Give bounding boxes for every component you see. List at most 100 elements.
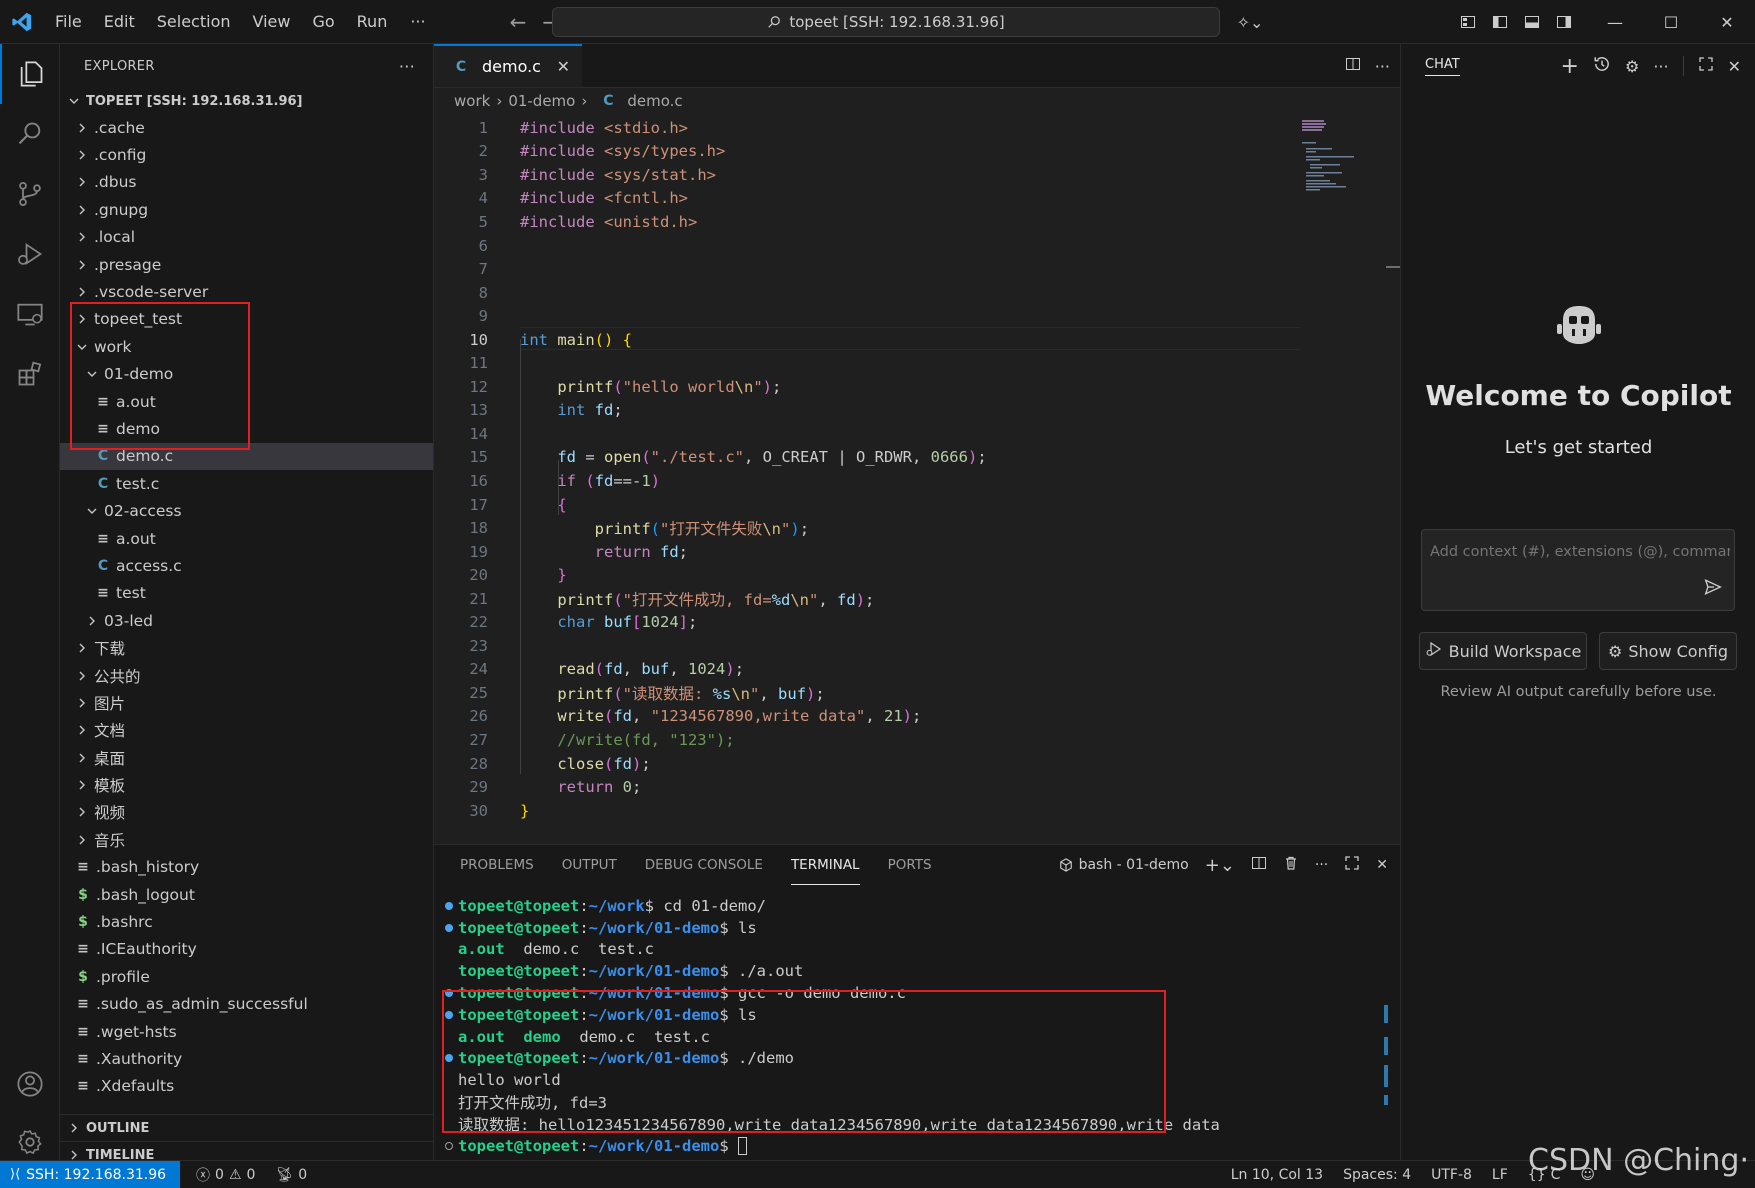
chat-tab[interactable]: CHAT xyxy=(1425,57,1460,76)
terminal-scrollbar[interactable] xyxy=(1384,1005,1388,1135)
split-editor-icon[interactable] xyxy=(1345,56,1361,76)
tree-file[interactable]: ≡ .Xdefaults xyxy=(60,1073,433,1100)
cursor-position[interactable]: Ln 10, Col 13 xyxy=(1221,1167,1333,1183)
tree-file[interactable]: ≡ .bash_history xyxy=(60,854,433,881)
gear-icon[interactable]: ⚙ xyxy=(1625,57,1639,76)
menu-view[interactable]: View xyxy=(242,0,302,44)
tree-folder[interactable]: .cache xyxy=(60,114,433,141)
close-panel-icon[interactable]: ✕ xyxy=(1376,857,1388,873)
remote-explorer-icon[interactable] xyxy=(0,284,60,344)
show-config-button[interactable]: ⚙ Show Config xyxy=(1599,632,1737,670)
explorer-more-button[interactable]: ··· xyxy=(399,57,415,76)
source-control-icon[interactable] xyxy=(0,164,60,224)
more-actions-icon[interactable]: ··· xyxy=(1375,57,1390,76)
tab-demo-c[interactable]: C demo.c ✕ xyxy=(434,44,582,87)
tree-folder[interactable]: 下载 xyxy=(60,634,433,661)
terminal-instance[interactable]: bash - 01-demo xyxy=(1059,857,1189,873)
tree-file[interactable]: ≡ .sudo_as_admin_successful xyxy=(60,991,433,1018)
maximize-panel-icon[interactable] xyxy=(1344,855,1360,875)
accounts-icon[interactable] xyxy=(0,1056,60,1112)
tree-folder[interactable]: topeet_test xyxy=(60,306,433,333)
maximize-icon[interactable] xyxy=(1698,56,1714,76)
tab-output[interactable]: OUTPUT xyxy=(562,845,617,885)
more-actions-icon[interactable]: ··· xyxy=(1315,857,1328,873)
problems-status[interactable]: ⓧ 0 ⚠ 0 xyxy=(186,1165,265,1185)
send-icon[interactable] xyxy=(1704,578,1722,600)
encoding[interactable]: UTF-8 xyxy=(1421,1167,1482,1183)
new-terminal-icon[interactable]: +⌄ xyxy=(1205,855,1235,876)
tree-folder[interactable]: work xyxy=(60,333,433,360)
tree-folder[interactable]: 音乐 xyxy=(60,826,433,853)
tree-file[interactable]: ≡ a.out xyxy=(60,525,433,552)
minimap[interactable] xyxy=(1294,116,1390,846)
close-icon[interactable]: ✕ xyxy=(557,57,570,76)
breadcrumb-item[interactable]: 01-demo xyxy=(508,92,575,110)
language-mode[interactable]: {} C xyxy=(1518,1167,1571,1183)
breadcrumb-item[interactable]: work xyxy=(454,92,490,110)
menu-selection[interactable]: Selection xyxy=(146,0,242,44)
tree-file[interactable]: ≡ .wget-hsts xyxy=(60,1018,433,1045)
tree-file[interactable]: $ .bash_logout xyxy=(60,881,433,908)
end-of-line[interactable]: LF xyxy=(1482,1167,1518,1183)
editor-scrollbar[interactable] xyxy=(1386,116,1400,846)
outline-section[interactable]: OUTLINE xyxy=(60,1114,433,1141)
tab-problems[interactable]: PROBLEMS xyxy=(460,845,534,885)
indentation[interactable]: Spaces: 4 xyxy=(1333,1167,1421,1183)
back-arrow-icon[interactable]: ← xyxy=(510,10,527,34)
tree-folder[interactable]: .vscode-server xyxy=(60,278,433,305)
tree-folder[interactable]: .gnupg xyxy=(60,196,433,223)
tree-folder[interactable]: 桌面 xyxy=(60,744,433,771)
tree-folder[interactable]: 03-led xyxy=(60,607,433,634)
tree-folder[interactable]: 01-demo xyxy=(60,361,433,388)
new-chat-icon[interactable]: + xyxy=(1561,54,1579,79)
close-icon[interactable]: ✕ xyxy=(1728,57,1741,76)
maximize-icon[interactable]: ☐ xyxy=(1643,0,1699,44)
toggle-sidebar-icon[interactable] xyxy=(1484,0,1516,44)
command-center-search[interactable]: topeet [SSH: 192.168.31.96] xyxy=(552,7,1220,37)
trash-icon[interactable] xyxy=(1283,855,1299,875)
minimize-icon[interactable]: — xyxy=(1587,0,1643,44)
menu-more-button[interactable]: ··· xyxy=(398,12,437,31)
terminal-output[interactable]: topeet@topeet: ~/work $ cd 01-demo/topeet@… xyxy=(440,895,1360,1157)
tree-file[interactable]: $ .bashrc xyxy=(60,908,433,935)
tree-folder[interactable]: 公共的 xyxy=(60,662,433,689)
more-actions-icon[interactable]: ··· xyxy=(1653,57,1668,76)
toggle-secondary-sidebar-icon[interactable] xyxy=(1548,0,1580,44)
tree-folder[interactable]: 文档 xyxy=(60,717,433,744)
tree-folder[interactable]: .config xyxy=(60,141,433,168)
toggle-panel-icon[interactable] xyxy=(1516,0,1548,44)
tree-file[interactable]: $ .profile xyxy=(60,963,433,990)
copilot-status-icon[interactable]: ☺ xyxy=(1570,1167,1605,1183)
workspace-root[interactable]: TOPEET [SSH: 192.168.31.96] xyxy=(60,88,433,114)
tab-terminal[interactable]: TERMINAL xyxy=(790,845,860,885)
tree-folder[interactable]: 模板 xyxy=(60,771,433,798)
breadcrumb-item[interactable]: demo.c xyxy=(627,92,682,110)
history-icon[interactable] xyxy=(1593,55,1611,77)
tree-folder[interactable]: 02-access xyxy=(60,497,433,524)
ports-status[interactable]: 📡︎ 0 xyxy=(265,1167,317,1183)
menu-go[interactable]: Go xyxy=(301,0,345,44)
tree-file[interactable]: Ctest.c xyxy=(60,470,433,497)
tab-ports[interactable]: PORTS xyxy=(888,845,932,885)
tree-folder[interactable]: 图片 xyxy=(60,689,433,716)
tab-debug-console[interactable]: DEBUG CONSOLE xyxy=(645,845,763,885)
tree-file[interactable]: Caccess.c xyxy=(60,552,433,579)
copilot-menu-icon[interactable]: ✧⌄ xyxy=(1230,0,1270,44)
extensions-icon[interactable] xyxy=(0,344,60,404)
tree-file[interactable]: ≡ a.out xyxy=(60,388,433,415)
tree-folder[interactable]: .presage xyxy=(60,251,433,278)
tree-file[interactable]: ≡ .ICEauthority xyxy=(60,936,433,963)
code-editor[interactable]: 1 #include <stdio.h> 2 #include <sys/types.… xyxy=(434,116,1294,822)
remote-indicator[interactable]: ⟩⟨ SSH: 192.168.31.96 xyxy=(0,1160,181,1188)
tree-file[interactable]: ≡ demo xyxy=(60,415,433,442)
search-icon[interactable] xyxy=(0,104,60,164)
menu-edit[interactable]: Edit xyxy=(93,0,146,44)
close-window-icon[interactable]: ✕ xyxy=(1699,0,1755,44)
customize-layout-icon[interactable] xyxy=(1452,0,1484,44)
tree-folder[interactable]: .dbus xyxy=(60,169,433,196)
run-debug-icon[interactable] xyxy=(0,224,60,284)
tree-file[interactable]: ≡ test xyxy=(60,580,433,607)
menu-run[interactable]: Run xyxy=(346,0,399,44)
menu-file[interactable]: File xyxy=(44,0,93,44)
explorer-icon[interactable] xyxy=(0,44,60,104)
